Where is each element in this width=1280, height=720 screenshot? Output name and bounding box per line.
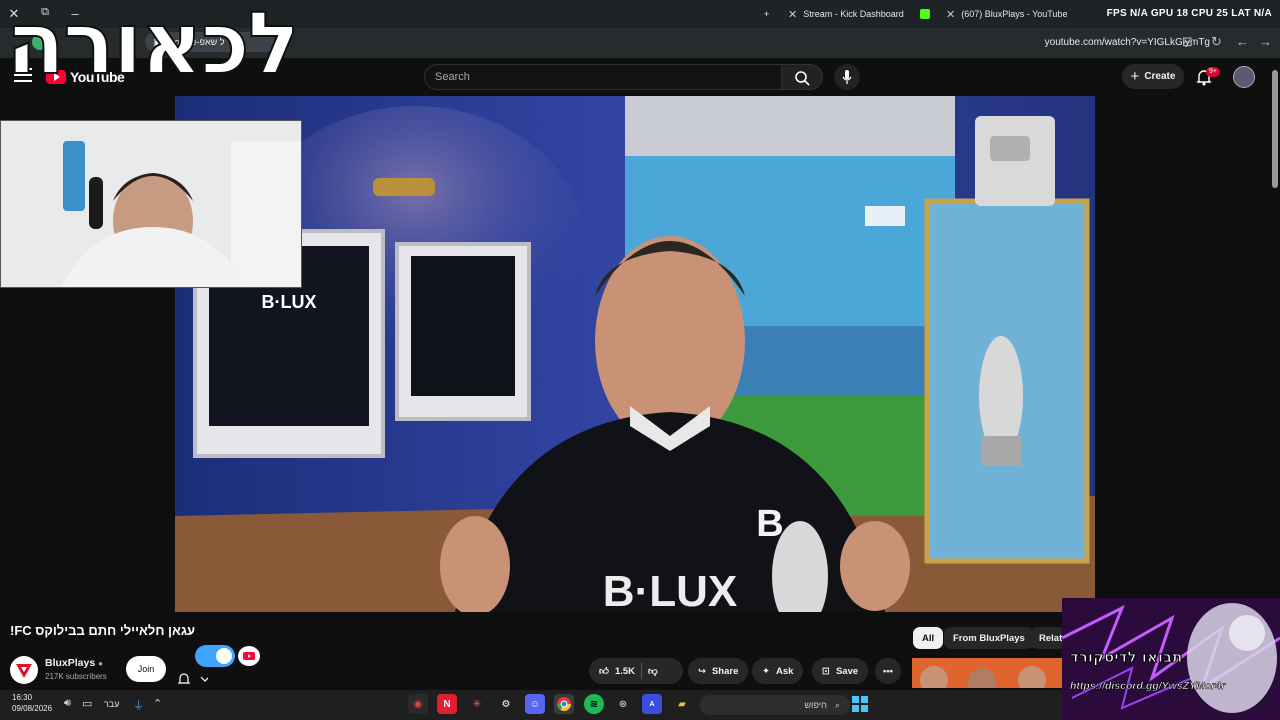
webcam-feed [1,121,301,287]
chrome-logo [557,697,571,711]
volume-icon[interactable]: 🔊︎ [64,697,71,710]
search-icon: ⌕ [834,699,840,710]
account-avatar[interactable] [1233,66,1255,88]
bookmark-icon: ⊡ [822,665,830,677]
join-button[interactable]: Join [126,656,166,682]
save-label: Save [835,665,859,677]
spotify-icon[interactable]: ≋ [584,694,604,714]
bell-icon [177,673,210,684]
create-label: Create [1144,71,1176,82]
tab-label: (607) BluxPlays - YouTube [961,9,1068,19]
channel-name-text: BluxPlays [45,657,96,669]
discord-invite-link[interactable]: https://discord.gg/YwsZYMor4r [1070,680,1226,693]
thumbs-down-icon: 👎︎ [648,666,658,677]
voice-search-button[interactable] [834,64,860,90]
close-tab-icon[interactable]: ✕ [946,8,955,21]
windows-logo-icon [852,696,868,712]
thumbs-up-icon: 👍︎ [599,666,609,677]
chrome-icon[interactable] [554,694,574,714]
search-input[interactable] [425,65,781,89]
person-shirt-text: B·LUX [603,567,737,612]
back-icon[interactable]: ← [1236,34,1249,49]
save-button[interactable]: ⊡ Save [812,658,869,684]
steam-icon[interactable]: ⊛ [613,694,633,714]
language-indicator[interactable]: עבר [104,699,119,709]
chevron-up-icon[interactable]: ⌃ [153,697,162,710]
video-frame: B·LUX B·LUX B [175,96,1095,612]
start-button[interactable] [850,694,870,714]
search-box [424,64,782,90]
discord-icon[interactable]: ☺ [525,694,545,714]
share-button[interactable]: ↪ Share [688,658,749,684]
video-player[interactable]: B·LUX B·LUX B [175,96,1095,612]
microphone-icon [842,70,852,84]
netflix-icon[interactable]: N [437,694,457,714]
performance-stats: FPS N/A GPU 18 CPU 25 LAT N/A [1106,8,1272,19]
scrollbar-thumb[interactable] [1272,70,1278,188]
channel-name[interactable]: BluxPlays ● [45,657,103,669]
blux-logo-icon [16,664,32,678]
taskbar-search-placeholder: חיפוש [804,700,827,710]
discord-invite-text: תבואו לדיסקורד [1069,648,1183,667]
recommended-thumbnail[interactable] [912,658,1062,688]
ask-label: Ask [775,665,794,677]
more-icon: ••• [883,665,893,677]
create-button[interactable]: + Create [1122,64,1184,89]
forward-icon[interactable]: → [1259,34,1272,49]
thumbnail-image [912,658,1062,688]
ea-app-icon[interactable]: A [642,694,662,714]
reload-icon[interactable]: ↻ [1211,34,1222,50]
share-icon: ↪ [698,665,706,677]
tab-label: Stream - Kick Dashboard [803,9,904,19]
ask-button[interactable]: ✦ Ask [752,658,804,684]
subscription-bell[interactable] [177,672,210,691]
close-tab-icon[interactable]: ✕ [788,8,797,21]
clock-date: 09/08/2026 [12,704,53,713]
more-actions-button[interactable]: ••• [875,658,901,684]
tab-kick-dashboard[interactable]: ✕ Stream - Kick Dashboard [788,4,904,24]
framed-shirt-text: B·LUX [262,292,317,312]
sparkle-icon: ✦ [762,665,770,677]
plus-icon: + [764,9,770,19]
taskbar-search[interactable]: חיפוש ⌕ [700,695,850,715]
plus-icon: + [1130,68,1140,85]
subscriber-count: 217K subscribers [45,672,107,681]
like-count: 1.5K [614,665,636,677]
chatgpt-icon[interactable]: ⚙ [496,694,516,714]
network-icon[interactable]: ▭ [82,697,92,710]
channel-avatar[interactable] [10,656,38,684]
obs-icon[interactable]: ◉ [408,694,428,714]
chip-all[interactable]: All [913,627,944,649]
search-icon [795,71,810,86]
webcam-overlay [0,120,302,288]
youtube-play-icon [243,652,255,660]
youtube-extension-icon[interactable] [238,646,260,666]
kick-icon [920,9,930,19]
claude-icon[interactable]: ✳ [467,694,487,714]
toggle-switch[interactable] [195,645,235,667]
chip-related[interactable]: Relat [1030,627,1062,649]
taskbar-clock[interactable]: 16:30 09/08/2026 [12,692,52,714]
share-label: Share [711,665,739,677]
chip-from-bluxplays[interactable]: From BluxPlays [944,627,1034,649]
stream-overlay-word: לכאורה [5,0,301,95]
verified-icon: ● [98,659,103,668]
search-button[interactable] [781,64,823,90]
like-dislike-group: 👍︎ 1.5K 👎︎ [589,658,683,684]
notification-badge: 9+ [1206,67,1220,77]
like-button[interactable]: 👍︎ 1.5K [599,665,636,678]
dislike-button[interactable]: 👎︎ [648,665,658,677]
new-tab-button[interactable]: + [764,4,769,24]
tab-youtube[interactable]: ✕ (607) BluxPlays - YouTube [920,4,1067,24]
microphone-icon[interactable]: ⏚ [133,697,144,713]
clock-time: 16:30 [12,693,33,702]
install-icon[interactable]: ⊟ [1182,34,1193,50]
video-title: עגאן חלאיילי חתם בבילוקס FC! [10,623,196,638]
file-explorer-icon[interactable]: ▰ [672,694,692,714]
